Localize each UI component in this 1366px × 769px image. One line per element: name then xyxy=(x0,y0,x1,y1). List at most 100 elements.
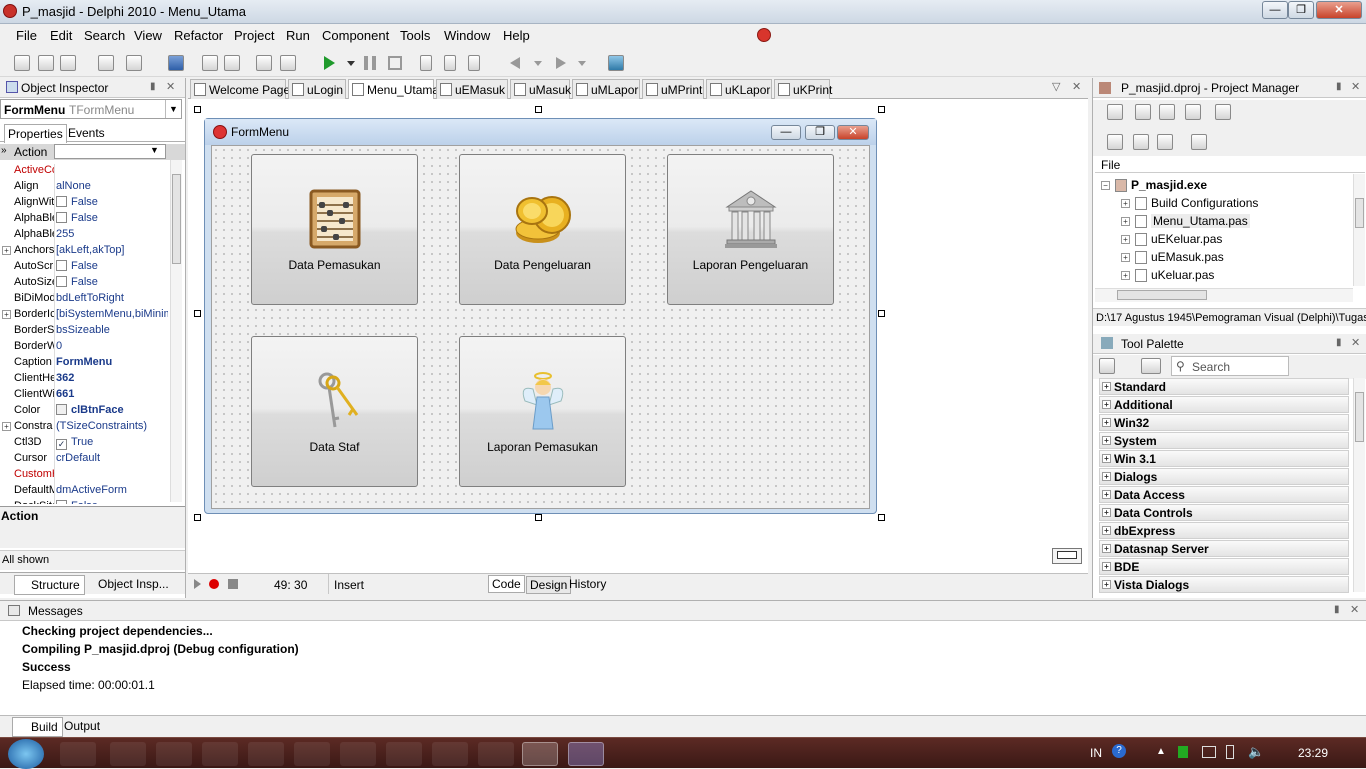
expand-icon[interactable]: + xyxy=(1102,490,1111,499)
tree-hscrollbar[interactable] xyxy=(1095,288,1353,302)
tray-arrow-icon[interactable]: ▲ xyxy=(1156,746,1166,757)
play-macro-icon[interactable] xyxy=(194,579,201,589)
form-minimize-button[interactable]: — xyxy=(771,125,801,140)
message-line[interactable]: Success xyxy=(22,660,622,678)
chevron-down-icon[interactable]: ▼ xyxy=(165,100,181,118)
property-value[interactable]: False xyxy=(56,276,168,288)
checkbox[interactable] xyxy=(56,212,67,223)
new-form-icon[interactable] xyxy=(38,55,54,71)
form-preview-icon[interactable] xyxy=(1052,548,1082,564)
property-row[interactable]: Color clBtnFace xyxy=(14,404,170,420)
pin-icon[interactable]: ▮ xyxy=(150,81,156,92)
back-dropdown-icon[interactable] xyxy=(534,61,542,66)
property-value[interactable]: (TSizeConstraints) xyxy=(56,420,168,432)
expand-icon[interactable]: + xyxy=(1102,472,1111,481)
tab-events[interactable]: Events xyxy=(68,126,105,140)
expand-icon[interactable]: + xyxy=(1102,508,1111,517)
property-row[interactable]: ActiveCo xyxy=(14,164,170,180)
tree-item[interactable]: P_masjid.exe xyxy=(1131,178,1207,192)
pointer-icon[interactable] xyxy=(1141,358,1161,374)
checkbox[interactable] xyxy=(56,196,67,207)
property-value[interactable]: [biSystemMenu,biMinim xyxy=(56,308,168,320)
pin-icon[interactable]: ▮ xyxy=(1334,604,1340,615)
laporan-pemasukan-button[interactable]: Laporan Pemasukan xyxy=(459,336,626,487)
tab-list-icon[interactable]: ▽ xyxy=(1052,80,1060,93)
close-all-icon[interactable] xyxy=(224,55,240,71)
tab-welcome-page[interactable]: Welcome Page xyxy=(190,79,290,99)
tab-history[interactable]: History xyxy=(566,576,609,592)
new-unit-icon[interactable] xyxy=(60,55,76,71)
object-selector[interactable]: FormMenu TFormMenu ▼ xyxy=(0,99,182,119)
property-value[interactable]: False xyxy=(56,196,168,208)
resize-handle[interactable] xyxy=(194,106,201,113)
property-row[interactable]: CustomH xyxy=(14,468,170,484)
taskbar-app-icon[interactable] xyxy=(294,742,330,766)
property-row[interactable]: BorderW 0 xyxy=(14,340,170,356)
property-row[interactable]: AlphaBle False xyxy=(14,212,170,228)
property-row[interactable]: AlignWit False xyxy=(14,196,170,212)
explorer-icon[interactable] xyxy=(156,742,192,766)
expand-icon[interactable]: + xyxy=(1121,217,1130,226)
expand-icon[interactable]: + xyxy=(1102,544,1111,553)
tab-umlapor[interactable]: uMLapor xyxy=(572,79,640,99)
tab-properties[interactable]: Properties xyxy=(4,124,67,143)
checkbox[interactable]: ✓ xyxy=(56,439,67,450)
property-row[interactable]: ClientWi 661 xyxy=(14,388,170,404)
property-value[interactable]: 362 xyxy=(56,372,168,384)
laporan-pengeluaran-button[interactable]: Laporan Pengeluaran xyxy=(667,154,834,305)
taskbar-app-icon[interactable] xyxy=(478,742,514,766)
property-value[interactable]: crDefault xyxy=(56,452,168,464)
property-value[interactable]: False xyxy=(56,212,168,224)
palette-category[interactable]: + Data Controls xyxy=(1099,504,1349,521)
expand-icon[interactable]: + xyxy=(1121,253,1130,262)
menu-edit[interactable]: Edit xyxy=(50,28,72,43)
palette-category[interactable]: + dbExpress xyxy=(1099,522,1349,539)
expand-icon[interactable]: + xyxy=(2,422,11,431)
property-value[interactable]: FormMenu xyxy=(56,356,168,368)
tab-structure[interactable]: Structure xyxy=(14,575,85,595)
sync-icon[interactable] xyxy=(1107,134,1123,150)
run-to-cursor-icon[interactable] xyxy=(468,55,480,71)
property-value[interactable]: bsSizeable xyxy=(56,324,168,336)
run-icon[interactable] xyxy=(324,56,335,70)
expand-icon[interactable]: + xyxy=(1102,400,1111,409)
step-over-icon[interactable] xyxy=(444,55,456,71)
property-row[interactable]: DefaultM dmActiveForm xyxy=(14,484,170,500)
property-value[interactable]: bdLeftToRight xyxy=(56,292,168,304)
checkbox[interactable] xyxy=(56,500,67,504)
tab-object-inspector[interactable]: Object Insp... xyxy=(84,577,169,591)
tab-ulogin[interactable]: uLogin xyxy=(288,79,346,99)
run-dropdown-icon[interactable] xyxy=(347,61,355,66)
tab-code[interactable]: Code xyxy=(488,575,525,593)
property-row[interactable]: Caption FormMenu xyxy=(14,356,170,372)
expand-icon[interactable]: + xyxy=(1121,271,1130,280)
tree-item[interactable]: uEMasuk.pas xyxy=(1151,250,1224,264)
message-line[interactable]: Compiling P_masjid.dproj (Debug configur… xyxy=(22,642,622,660)
pause-icon[interactable] xyxy=(364,56,376,70)
expand-icon[interactable]: − xyxy=(1101,181,1110,190)
palette-category[interactable]: + Win 3.1 xyxy=(1099,450,1349,467)
new-items-icon[interactable] xyxy=(14,55,30,71)
form-maximize-button[interactable]: ❐ xyxy=(805,125,835,140)
message-line[interactable]: Elapsed time: 00:00:01.1 xyxy=(22,678,622,696)
clock[interactable]: 23:29 xyxy=(1298,746,1328,760)
resize-handle[interactable] xyxy=(535,106,542,113)
open-icon[interactable] xyxy=(126,55,142,71)
tree-item[interactable]: uEKeluar.pas xyxy=(1151,232,1222,246)
expand-all-icon[interactable]: » xyxy=(1,145,7,156)
palette-category[interactable]: + Vista Dialogs xyxy=(1099,576,1349,593)
close-panel-icon[interactable]: ✕ xyxy=(1351,336,1360,349)
property-value[interactable]: 661 xyxy=(56,388,168,400)
form-menu-window[interactable]: FormMenu — ❐ ✕ Data Pemasukan Data Penge… xyxy=(204,118,877,514)
close-panel-icon[interactable]: ✕ xyxy=(1351,80,1360,93)
tab-uemasuk[interactable]: uEMasuk xyxy=(436,79,508,99)
cmd-icon[interactable] xyxy=(340,742,376,766)
menu-refactor[interactable]: Refactor xyxy=(174,28,223,43)
tab-umasuk[interactable]: uMasuk xyxy=(510,79,571,99)
property-value[interactable]: 0 xyxy=(56,340,168,352)
tab-uklapor[interactable]: uKLapor xyxy=(706,79,772,99)
tree-item[interactable]: uKeluar.pas xyxy=(1151,268,1214,282)
stop-icon[interactable] xyxy=(388,56,402,70)
palette-search-input[interactable]: ⚲ Search xyxy=(1171,356,1289,376)
palette-category[interactable]: + Win32 xyxy=(1099,414,1349,431)
